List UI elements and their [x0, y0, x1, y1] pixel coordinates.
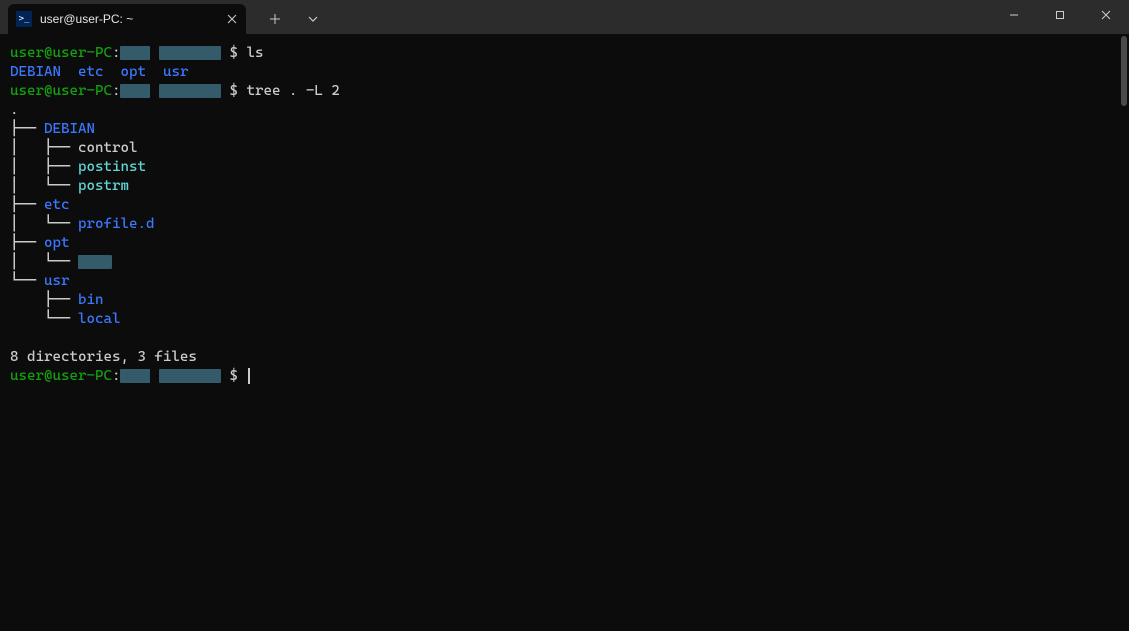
ls-output: DEBIAN etc opt usr	[10, 63, 1119, 82]
tree-line: │ ├── postinst	[10, 158, 1119, 177]
prompt-line-2: user@user-PC: $ tree . -L 2	[10, 82, 1119, 101]
prompt-dollar: $	[229, 45, 238, 61]
tree-root: .	[10, 101, 1119, 120]
command-tree: tree . -L 2	[246, 83, 339, 99]
dir-name: opt	[120, 64, 146, 80]
tab-dropdown-button[interactable]	[296, 4, 330, 34]
cursor	[248, 368, 250, 384]
redacted-path	[120, 84, 150, 98]
tab-close-button[interactable]	[224, 11, 240, 27]
prompt-user-host: user@user-PC	[10, 368, 112, 384]
tab-terminal[interactable]: user@user-PC: ~	[8, 4, 246, 34]
blank-line	[10, 329, 1119, 348]
prompt-sep: :	[112, 45, 121, 61]
prompt-dollar: $	[229, 83, 238, 99]
prompt-sep: :	[112, 83, 121, 99]
tree-line: ├── bin	[10, 291, 1119, 310]
prompt-line-1: user@user-PC: $ ls	[10, 44, 1119, 63]
dir-name: DEBIAN	[10, 64, 61, 80]
redacted-path	[120, 46, 150, 60]
tree-line: └── usr	[10, 272, 1119, 291]
prompt-sep: :	[112, 368, 121, 384]
tree-line: │ └──	[10, 253, 1119, 272]
minimize-button[interactable]	[991, 0, 1037, 30]
dir-name: usr	[163, 64, 189, 80]
tree-line: │ └── postrm	[10, 177, 1119, 196]
tree-line: └── local	[10, 310, 1119, 329]
command-ls: ls	[246, 45, 263, 61]
tree-summary: 8 directories, 3 files	[10, 348, 1119, 367]
tab-title: user@user-PC: ~	[40, 12, 133, 26]
redacted-path	[159, 84, 221, 98]
tree-line: ├── etc	[10, 196, 1119, 215]
redacted-dir	[78, 255, 112, 269]
prompt-line-3: user@user-PC: $	[10, 367, 1119, 386]
redacted-path	[159, 369, 221, 383]
scrollbar-thumb[interactable]	[1121, 36, 1127, 106]
tree-line: ├── DEBIAN	[10, 120, 1119, 139]
terminal-body[interactable]: user@user-PC: $ ls DEBIAN etc opt usr us…	[0, 34, 1129, 631]
redacted-path	[120, 369, 150, 383]
titlebar: user@user-PC: ~	[0, 0, 1129, 34]
tree-line: │ └── profile.d	[10, 215, 1119, 234]
tree-line: │ ├── control	[10, 139, 1119, 158]
prompt-user-host: user@user-PC	[10, 45, 112, 61]
dir-name: etc	[78, 64, 104, 80]
maximize-button[interactable]	[1037, 0, 1083, 30]
prompt-dollar: $	[229, 368, 238, 384]
new-tab-button[interactable]	[258, 4, 292, 34]
tree-line: ├── opt	[10, 234, 1119, 253]
powershell-icon	[16, 11, 32, 27]
close-window-button[interactable]	[1083, 0, 1129, 30]
prompt-user-host: user@user-PC	[10, 83, 112, 99]
redacted-path	[159, 46, 221, 60]
